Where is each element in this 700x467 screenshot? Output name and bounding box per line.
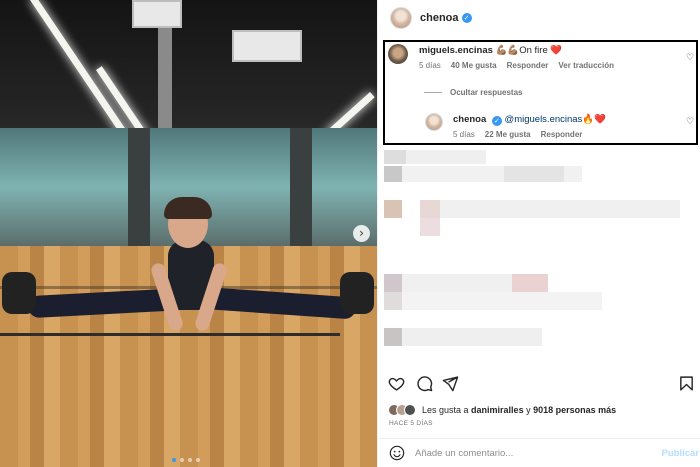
liker-username[interactable]: danimiralles: [471, 405, 524, 415]
like-heart-icon[interactable]: [388, 375, 405, 392]
photo-duct: [158, 28, 172, 138]
pixel-block: [384, 328, 402, 346]
pixel-block: [384, 200, 402, 218]
carousel-dot: [188, 458, 192, 462]
emoji-smiley-icon[interactable]: [389, 445, 405, 461]
commenter-username[interactable]: miguels.encinas: [419, 45, 493, 56]
pixel-block: [384, 274, 402, 292]
pixel-block: [384, 150, 406, 164]
reply-username[interactable]: chenoa: [453, 114, 486, 125]
photo-floor-line: [0, 333, 340, 336]
author-avatar[interactable]: [390, 7, 412, 29]
reply-author-avatar[interactable]: [425, 113, 443, 131]
pixel-block: [406, 150, 486, 164]
reply-age: 5 días: [453, 130, 475, 139]
comment: miguels.encinas 💪🏽💪🏽On fire ❤️ 5 días 40…: [388, 44, 688, 70]
carousel-dot: [180, 458, 184, 462]
pixel-block: [440, 200, 680, 218]
reply-emoji: 🔥❤️: [582, 114, 606, 125]
pixel-block: [504, 166, 564, 182]
likes-summary: Les gusta a danimiralles y 9018 personas…: [388, 404, 616, 416]
comment-meta: 5 días 40 Me gusta Responder Ver traducc…: [419, 61, 614, 70]
like-reply-heart-icon[interactable]: ♡: [686, 117, 694, 127]
pixel-block: [402, 292, 602, 310]
verified-badge-icon: ✓: [461, 13, 472, 23]
post-side-panel: chenoa ✓ miguels.encinas 💪🏽💪🏽On fire ❤️ …: [377, 0, 700, 467]
post-header: chenoa ✓: [378, 0, 700, 36]
photo-pillar: [128, 128, 150, 248]
comment-text-line: miguels.encinas 💪🏽💪🏽On fire ❤️: [419, 44, 614, 58]
hide-replies-label: Ocultar respuestas: [450, 88, 523, 97]
photo-person-hair: [164, 197, 212, 219]
pixel-block: [402, 328, 542, 346]
reply-button[interactable]: Responder: [541, 130, 583, 139]
comment-reply: chenoa ✓ @miguels.encinas🔥❤️ 5 días 22 M…: [425, 113, 685, 139]
post-action-bar: [378, 372, 700, 396]
pixel-block: [384, 292, 402, 310]
carousel-dot: [172, 458, 176, 462]
comment-input[interactable]: Añade un comentario...: [415, 448, 513, 459]
pixel-block: [420, 200, 440, 218]
reply-button[interactable]: Responder: [507, 61, 549, 70]
carousel-dots: [172, 458, 200, 462]
pixel-block: [420, 218, 440, 236]
carousel-dot: [196, 458, 200, 462]
reply-meta: 5 días 22 Me gusta Responder: [453, 130, 606, 139]
reply-likes-count[interactable]: 22 Me gusta: [485, 130, 531, 139]
comment-bubble-icon[interactable]: [416, 375, 433, 392]
comment-text: 💪🏽💪🏽On fire ❤️: [495, 45, 563, 56]
commenter-avatar[interactable]: [388, 44, 408, 64]
next-photo-button[interactable]: ›: [353, 225, 370, 242]
photo-vent: [232, 30, 302, 62]
save-bookmark-icon[interactable]: [678, 375, 695, 392]
comment-likes-count[interactable]: 40 Me gusta: [451, 61, 497, 70]
hide-replies-button[interactable]: Ocultar respuestas: [424, 88, 522, 97]
share-send-icon[interactable]: [442, 375, 459, 392]
likes-count-link[interactable]: 9018 personas más: [533, 405, 616, 415]
photo-person-shoe: [340, 272, 374, 314]
likes-prefix: Les gusta a: [422, 405, 472, 415]
pixel-block: [402, 274, 512, 292]
like-comment-heart-icon[interactable]: ♡: [686, 53, 694, 63]
photo-vent: [132, 0, 182, 28]
see-translation-button[interactable]: Ver traducción: [558, 61, 614, 70]
pixelated-comments-area: [384, 148, 694, 363]
add-comment-bar: Añade un comentario... Publicar: [378, 438, 700, 467]
verified-badge-icon: ✓: [491, 116, 502, 126]
likes-middle: y: [523, 405, 534, 415]
publish-button[interactable]: Publicar: [662, 448, 700, 459]
reply-mention-link[interactable]: @miguels.encinas: [505, 114, 583, 125]
post-photo[interactable]: ›: [0, 0, 377, 467]
pixel-block: [384, 166, 402, 182]
photo-person-shoe: [2, 272, 36, 314]
reply-text-line: chenoa ✓ @miguels.encinas🔥❤️: [453, 113, 606, 127]
author-username[interactable]: chenoa: [420, 12, 459, 24]
photo-pillar: [290, 128, 312, 248]
liker-avatar: [404, 404, 416, 416]
likes-text: Les gusta a danimiralles y 9018 personas…: [422, 405, 616, 415]
pixel-block: [512, 274, 548, 292]
comment-age: 5 días: [419, 61, 441, 70]
post-date: HACE 5 DÍAS: [389, 420, 433, 427]
replies-divider: [424, 92, 442, 93]
